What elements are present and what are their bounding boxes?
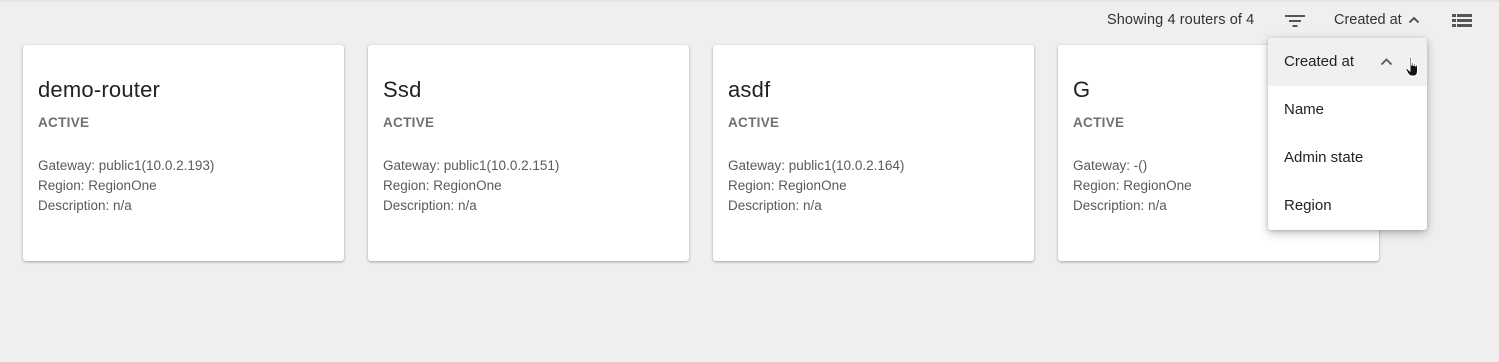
sort-label: Created at [1334, 12, 1402, 28]
router-region: Region: RegionOne [1073, 178, 1192, 193]
sort-button[interactable]: Created at [1334, 12, 1420, 28]
router-gateway: Gateway: public1(10.0.2.193) [38, 158, 215, 173]
router-region: Region: RegionOne [383, 178, 502, 193]
router-card[interactable]: asdf ACTIVE Gateway: public1(10.0.2.164)… [713, 45, 1034, 261]
router-details: Gateway: public1(10.0.2.151) Region: Reg… [383, 156, 559, 216]
sort-option-region[interactable]: Region [1268, 182, 1427, 230]
router-name: demo-router [38, 77, 161, 102]
router-status: ACTIVE [383, 115, 435, 130]
chevron-up-icon [1408, 16, 1419, 24]
list-view-button[interactable] [1452, 12, 1472, 30]
router-description: Description: n/a [383, 198, 477, 213]
sort-option-label: Region [1284, 197, 1332, 214]
router-name: asdf [728, 77, 771, 102]
router-description: Description: n/a [38, 198, 132, 213]
router-gateway: Gateway: public1(10.0.2.164) [728, 158, 905, 173]
sort-option-label: Name [1284, 101, 1325, 118]
router-region: Region: RegionOne [728, 178, 847, 193]
sort-option-label: Created at [1284, 53, 1355, 70]
sort-option-label: Admin state [1284, 149, 1364, 166]
router-status: ACTIVE [1073, 115, 1125, 130]
sort-option-created-at[interactable]: Created at [1268, 38, 1427, 86]
router-card[interactable]: Ssd ACTIVE Gateway: public1(10.0.2.151) … [368, 45, 689, 261]
router-status: ACTIVE [38, 115, 90, 130]
router-gateway: Gateway: -() [1073, 158, 1148, 173]
router-card[interactable]: demo-router ACTIVE Gateway: public1(10.0… [23, 45, 344, 261]
router-name: G [1073, 77, 1091, 102]
results-count: Showing 4 routers of 4 [1107, 12, 1255, 28]
routers-page: Showing 4 routers of 4 Created at demo-r… [0, 0, 1499, 362]
router-status: ACTIVE [728, 115, 780, 130]
router-description: Description: n/a [1073, 198, 1167, 213]
router-details: Gateway: -() Region: RegionOne Descripti… [1073, 156, 1192, 216]
filter-icon [1285, 15, 1305, 27]
router-name: Ssd [383, 77, 422, 102]
router-details: Gateway: public1(10.0.2.193) Region: Reg… [38, 156, 214, 216]
router-details: Gateway: public1(10.0.2.164) Region: Reg… [728, 156, 904, 216]
router-description: Description: n/a [728, 198, 822, 213]
router-region: Region: RegionOne [38, 178, 157, 193]
filter-button[interactable] [1284, 11, 1306, 31]
sort-option-name[interactable]: Name [1268, 86, 1427, 134]
toolbar: Showing 4 routers of 4 Created at [0, 2, 1499, 40]
list-view-icon [1452, 14, 1472, 27]
sort-option-admin-state[interactable]: Admin state [1268, 134, 1427, 182]
sort-menu: Created at Name Admin state Region [1268, 38, 1427, 230]
router-gateway: Gateway: public1(10.0.2.151) [383, 158, 560, 173]
chevron-up-icon [1380, 58, 1393, 66]
